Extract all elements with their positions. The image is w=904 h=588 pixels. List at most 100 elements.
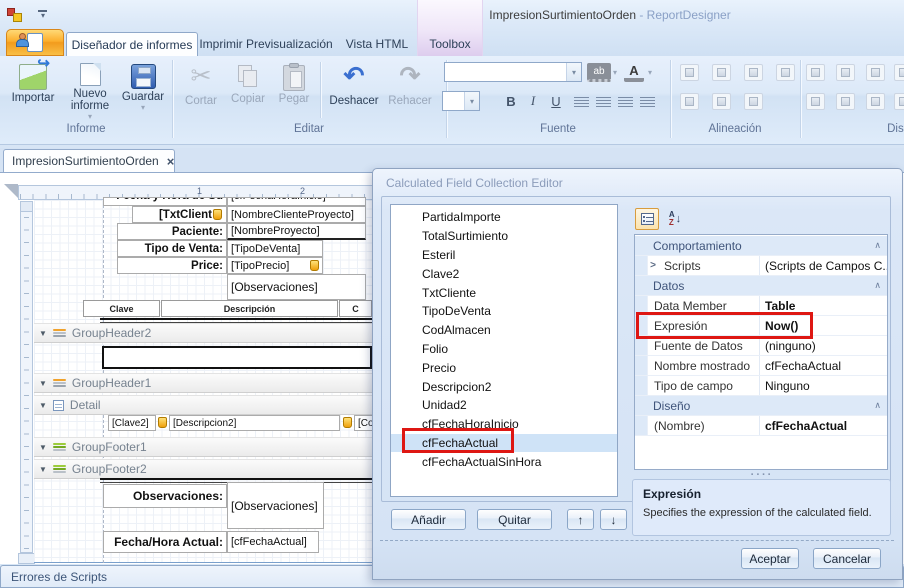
list-item[interactable]: Descripcion2 <box>391 377 617 396</box>
align-right-button[interactable] <box>616 95 634 109</box>
clipped-field-value[interactable]: [cfFechaHoraInicio] <box>227 197 366 206</box>
italic-button[interactable]: I <box>524 91 542 111</box>
descripcion2-field[interactable]: [Descripcion2] <box>169 415 340 431</box>
property-row-scripts[interactable]: > Scripts (Scripts de Campos C... <box>635 256 887 276</box>
cffechaactual-field[interactable]: [cfFechaActual] <box>227 531 319 553</box>
paciente-label[interactable]: Paciente: <box>117 223 227 240</box>
rehacer-button[interactable]: ↷ Rehacer <box>384 59 436 123</box>
move-down-button[interactable]: ↓ <box>600 509 627 530</box>
text-highlight-button[interactable]: ab <box>587 63 611 82</box>
align-left-button[interactable] <box>572 95 590 109</box>
clipped-field-label[interactable]: Fecha y Hora de Su <box>103 197 227 206</box>
table-header-clave[interactable]: Clave <box>83 300 160 317</box>
collapse-arrow-icon[interactable]: ▼ <box>39 465 47 474</box>
list-item[interactable]: TotalSurtimiento <box>391 227 617 246</box>
property-row-fuente-de-datos[interactable]: Fuente de Datos (ninguno) <box>635 336 887 356</box>
nombre-cliente-proyecto-field[interactable]: [NombreClienteProyecto] <box>227 206 366 223</box>
band-groupfooter1[interactable]: ▼ GroupFooter1 <box>34 437 372 457</box>
tab-toolbox[interactable]: Toolbox <box>419 32 481 56</box>
tipo-precio-field[interactable]: [TipoPrecio] <box>227 257 323 274</box>
collapse-arrow-icon[interactable]: ▼ <box>39 443 47 452</box>
fecha-hora-actual-label[interactable]: Fecha/Hora Actual: <box>103 531 227 553</box>
spacing-decrease-button[interactable] <box>866 93 885 110</box>
cortar-button[interactable]: ✂ Cortar <box>178 59 224 123</box>
spacing-increase-button[interactable] <box>836 93 855 110</box>
pegar-button[interactable]: Pegar <box>272 59 316 123</box>
size-to-grid-button[interactable] <box>894 64 904 81</box>
list-item[interactable]: TxtCliente <box>391 283 617 302</box>
size-same-height-button[interactable] <box>836 64 855 81</box>
categorized-view-button[interactable] <box>635 208 659 230</box>
align-center-button[interactable] <box>594 95 612 109</box>
chevron-down-icon[interactable]: ▾ <box>648 68 652 77</box>
list-item[interactable]: TipoDeVenta <box>391 302 617 321</box>
bold-button[interactable]: B <box>502 91 520 111</box>
property-row-nombre[interactable]: (Nombre) cfFechaActual <box>635 416 887 436</box>
spacing-remove-button[interactable] <box>894 93 904 110</box>
copiar-button[interactable]: Copiar <box>226 59 270 123</box>
property-row-tipo-de-campo[interactable]: Tipo de campo Ninguno <box>635 376 887 396</box>
observaciones-footer-field[interactable]: [Observaciones] <box>227 482 324 529</box>
font-size-combo[interactable]: ▾ <box>442 91 480 111</box>
spacing-equal-button[interactable] <box>806 93 825 110</box>
category-diseno[interactable]: Diseño∧ <box>635 396 887 416</box>
alphabetical-sort-button[interactable]: AZ ↓ <box>663 208 687 230</box>
align-bottoms-button[interactable] <box>744 93 763 110</box>
align-centers-button[interactable] <box>712 64 731 81</box>
empty-field-box[interactable] <box>102 346 372 369</box>
underline-button[interactable]: U <box>546 91 566 111</box>
size-same-both-button[interactable] <box>866 64 885 81</box>
band-groupfooter2[interactable]: ▼ GroupFooter2 <box>34 459 372 479</box>
collapse-icon[interactable]: ∧ <box>874 400 887 411</box>
list-item[interactable]: PartidaImporte <box>391 208 617 227</box>
table-header-descripcion[interactable]: Descripción <box>161 300 338 317</box>
align-verticals-button[interactable] <box>712 93 731 110</box>
cancelar-button[interactable]: Cancelar <box>813 548 881 569</box>
close-icon[interactable]: × <box>167 154 175 169</box>
list-item[interactable]: Unidad2 <box>391 396 617 415</box>
expand-icon[interactable]: > <box>648 260 658 271</box>
aceptar-button[interactable]: Aceptar <box>741 548 799 569</box>
clipped-detail-field[interactable]: [Cos <box>354 415 372 431</box>
nuevo-informe-button[interactable]: Nuevo informe ▾ <box>62 59 118 123</box>
observaciones-field[interactable]: [Observaciones] <box>227 274 366 300</box>
font-color-button[interactable]: A <box>624 63 644 82</box>
tab-vista-html[interactable]: Vista HTML <box>342 32 412 56</box>
table-header-clipped[interactable]: C <box>339 300 372 317</box>
tab-disenador-de-informes[interactable]: Diseñador de informes <box>66 32 198 56</box>
quick-access-dropdown-icon[interactable]: ▾ <box>37 11 49 20</box>
align-middles-button[interactable] <box>744 64 763 81</box>
anadir-button[interactable]: Añadir <box>391 509 466 530</box>
align-rights-button[interactable] <box>776 64 795 81</box>
collapse-icon[interactable]: ∧ <box>874 240 887 251</box>
collapse-icon[interactable]: ∧ <box>874 280 887 291</box>
band-groupheader2[interactable]: ▼ GroupHeader2 <box>34 323 372 343</box>
move-up-button[interactable]: ↑ <box>567 509 594 530</box>
chevron-down-icon[interactable]: ▾ <box>613 68 617 77</box>
list-item[interactable]: Precio <box>391 358 617 377</box>
collapse-arrow-icon[interactable]: ▼ <box>39 379 47 388</box>
observaciones-footer-label[interactable]: Observaciones: <box>103 484 227 508</box>
list-item[interactable]: Folio <box>391 340 617 359</box>
price-label[interactable]: Price: <box>117 257 227 274</box>
band-detail[interactable]: ▼ Detail <box>34 395 372 415</box>
category-comportamiento[interactable]: Comportamiento∧ <box>635 236 887 256</box>
collapse-arrow-icon[interactable]: ▼ <box>39 401 47 410</box>
deshacer-button[interactable]: ↶ Deshacer <box>326 59 382 123</box>
band-groupheader1[interactable]: ▼ GroupHeader1 <box>34 373 372 393</box>
list-item[interactable]: Clave2 <box>391 264 617 283</box>
list-item[interactable]: CodAlmacen <box>391 321 617 340</box>
document-tab[interactable]: ImpresionSurtimientoOrden × <box>3 149 175 172</box>
clave2-field[interactable]: [Clave2] <box>108 415 156 431</box>
size-same-width-button[interactable] <box>806 64 825 81</box>
align-lefts-button[interactable] <box>680 64 699 81</box>
list-item[interactable]: cfFechaActualSinHora <box>391 452 617 471</box>
collapse-arrow-icon[interactable]: ▼ <box>39 329 47 338</box>
tipo-de-venta-field[interactable]: [TipoDeVenta] <box>227 240 323 257</box>
tab-imprimir-previsualizacion[interactable]: Imprimir Previsualización <box>196 32 336 56</box>
list-item[interactable]: Esteril <box>391 246 617 265</box>
font-family-combo[interactable]: ▾ <box>444 62 582 82</box>
nombre-proyecto-field[interactable]: [NombreProyecto] <box>227 223 366 240</box>
importar-button[interactable]: ↪ Importar <box>6 59 60 123</box>
quitar-button[interactable]: Quitar <box>477 509 552 530</box>
